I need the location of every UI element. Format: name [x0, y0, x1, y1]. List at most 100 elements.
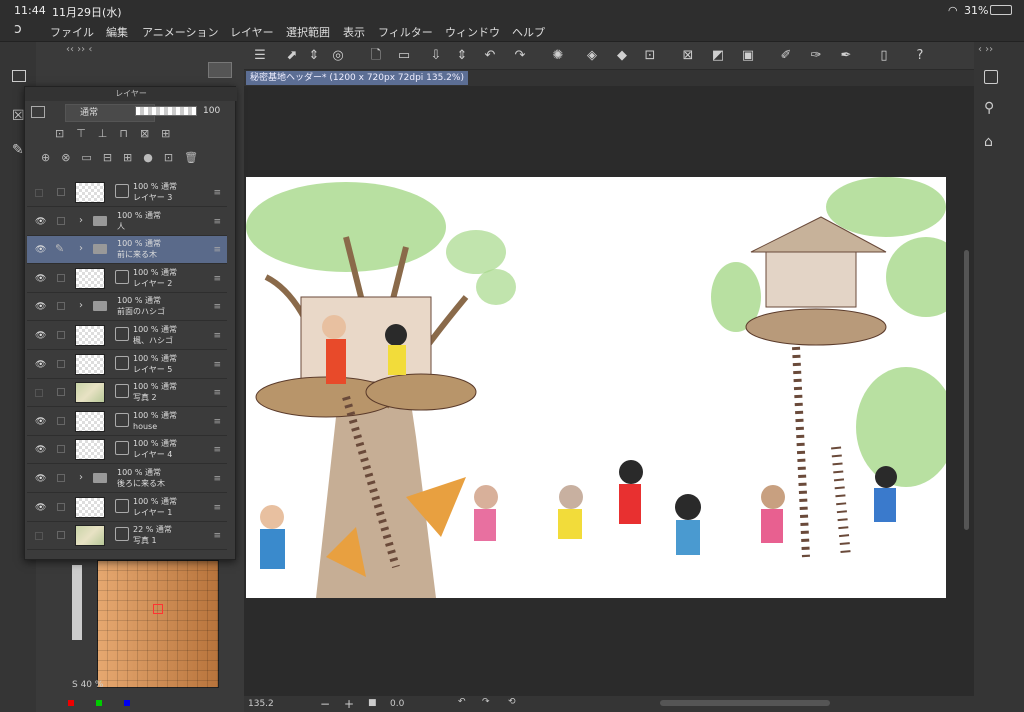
pen-tool-icon[interactable]: ✎: [12, 142, 24, 158]
layer-check-box[interactable]: [57, 359, 65, 368]
visibility-eye-icon[interactable]: 👁: [35, 302, 46, 312]
layer-row[interactable]: 👁 100 % 通常 レイヤー 4 ≡: [27, 436, 227, 465]
layer-row[interactable]: 22 % 通常 写真 1 ≡: [27, 522, 227, 551]
layer-row[interactable]: 👁 › 100 % 通常人 ≡: [27, 207, 227, 236]
layer-menu-icon[interactable]: ≡: [213, 245, 221, 255]
menu-edit[interactable]: 編集: [106, 24, 128, 40]
visibility-eye-icon[interactable]: 👁: [35, 417, 46, 427]
layer-check-box[interactable]: [57, 331, 65, 339]
visibility-eye-icon[interactable]: 👁: [35, 245, 46, 255]
folder-expand-icon[interactable]: ›: [79, 243, 83, 254]
new-file-icon[interactable]: 🗋: [368, 48, 384, 64]
zoom-value[interactable]: 135.2: [248, 699, 274, 709]
chevron-updown-icon[interactable]: ⇕: [306, 48, 322, 64]
selection-icon[interactable]: ◩: [710, 48, 726, 64]
layer-color-icon[interactable]: [31, 106, 45, 118]
visibility-eye-icon[interactable]: 👁: [35, 445, 46, 455]
transform-icon[interactable]: ⬈: [284, 48, 300, 64]
device-icon[interactable]: ▯: [876, 48, 892, 64]
layer-row[interactable]: 100 % 通常 レイヤー 3 ≡: [27, 179, 227, 207]
rotate-left-icon[interactable]: ↶: [458, 697, 466, 707]
layer-tools-row-2[interactable]: ⊕⊗▭⊟⊞●⊡🗑: [41, 151, 209, 164]
layer-check-box[interactable]: [57, 531, 65, 540]
navigator-icon[interactable]: [984, 70, 998, 84]
layer-row[interactable]: 👁 100 % 通常 楓、ハシゴ ≡: [27, 322, 227, 350]
menu-file[interactable]: ファイル: [50, 24, 94, 40]
color-selector[interactable]: [153, 604, 163, 614]
layer-check-box[interactable]: [57, 188, 65, 196]
opacity-slider[interactable]: [135, 106, 197, 116]
blue-channel-icon[interactable]: [124, 700, 130, 706]
save-icon[interactable]: ⇩: [428, 48, 444, 64]
zoom-in-icon[interactable]: +: [344, 697, 354, 711]
menu-filter[interactable]: フィルター: [378, 24, 433, 40]
undo-icon[interactable]: ↶: [482, 48, 498, 64]
layer-row[interactable]: 👁 100 % 通常 レイヤー 5 ≡: [27, 350, 227, 379]
menu-icon[interactable]: ☰: [252, 48, 268, 64]
layer-row[interactable]: 👁 › 100 % 通常 後ろに来る木 ≡: [27, 465, 227, 493]
rotate-right-icon[interactable]: ↷: [482, 697, 490, 707]
horizontal-scroll-thumb[interactable]: [660, 700, 830, 706]
visibility-toggle[interactable]: [35, 189, 43, 197]
layer-check-box[interactable]: [57, 388, 65, 397]
folder-expand-icon[interactable]: ›: [79, 300, 83, 311]
quick-access-icon[interactable]: ◎: [330, 48, 346, 64]
layer-row[interactable]: 👁 ✎ › 100 % 通常 前に来る木 ≡: [27, 236, 227, 265]
layer-menu-icon[interactable]: ≡: [213, 217, 221, 227]
open-folder-icon[interactable]: ▭: [396, 48, 412, 64]
reset-icon[interactable]: ■: [368, 698, 377, 708]
menu-view[interactable]: 表示: [343, 24, 365, 40]
layer-check-box[interactable]: [57, 445, 65, 454]
layer-menu-icon[interactable]: ≡: [213, 445, 221, 455]
angle-value[interactable]: 0.0: [390, 699, 404, 709]
menu-animation[interactable]: アニメーション: [142, 24, 219, 40]
layer-row[interactable]: 👁 100 % 通常 house ≡: [27, 407, 227, 436]
visibility-eye-icon[interactable]: 👁: [35, 360, 46, 370]
layer-menu-icon[interactable]: ≡: [213, 274, 221, 284]
layer-menu-icon[interactable]: ≡: [213, 531, 221, 541]
visibility-eye-icon[interactable]: 👁: [35, 331, 46, 341]
layer-menu-icon[interactable]: ≡: [213, 417, 221, 427]
layer-row[interactable]: 👁 100 % 通常 レイヤー 1 ≡: [27, 493, 227, 522]
brush-b-icon[interactable]: ✑: [808, 48, 824, 64]
deselect-icon[interactable]: ⊠: [680, 48, 696, 64]
green-channel-icon[interactable]: [96, 700, 102, 706]
layer-check-box[interactable]: [57, 216, 65, 225]
app-logo-icon[interactable]: ↄ: [14, 21, 22, 37]
reset-rotation-icon[interactable]: ⟲: [508, 697, 516, 707]
vertical-scroll-thumb[interactable]: [964, 250, 969, 530]
visibility-eye-icon[interactable]: 👁: [35, 503, 46, 513]
brush-size-slider[interactable]: [72, 565, 82, 640]
opacity-value[interactable]: 100: [203, 106, 220, 116]
fill-icon[interactable]: ◈: [584, 48, 600, 64]
layer-menu-icon[interactable]: ≡: [213, 388, 221, 398]
layer-menu-icon[interactable]: ≡: [213, 188, 221, 198]
loading-icon[interactable]: ✺: [550, 48, 566, 64]
bucket-icon[interactable]: ◆: [614, 48, 630, 64]
redo-icon[interactable]: ↷: [512, 48, 528, 64]
brush-icon[interactable]: ⚲: [984, 100, 994, 116]
right-collapse-icon[interactable]: ‹ ››: [978, 44, 993, 55]
menu-selection[interactable]: 選択範囲: [286, 24, 330, 40]
visibility-toggle[interactable]: [35, 532, 43, 541]
layer-menu-icon[interactable]: ≡: [213, 503, 221, 513]
visibility-eye-icon[interactable]: 👁: [35, 217, 46, 227]
close-tool-icon[interactable]: ☒: [12, 108, 25, 124]
visibility-eye-icon[interactable]: 👁: [35, 474, 46, 484]
help-icon[interactable]: ?: [912, 48, 928, 64]
panel-dropdown-button[interactable]: [208, 62, 232, 78]
layer-check-box[interactable]: [57, 502, 65, 511]
zoom-out-icon[interactable]: −: [320, 697, 330, 711]
folder-expand-icon[interactable]: ›: [79, 215, 83, 226]
chevron-updown-icon-2[interactable]: ⇕: [454, 48, 470, 64]
layer-check-box[interactable]: [57, 416, 65, 425]
layer-check-box[interactable]: [57, 302, 65, 311]
layer-row[interactable]: 100 % 通常 写真 2 ≡: [27, 379, 227, 408]
layer-tools-row-1[interactable]: ⊡⊤⊥⊓⊠⊞: [55, 127, 182, 140]
layer-row[interactable]: 👁 › 100 % 通常 前面のハシゴ ≡: [27, 293, 227, 322]
menu-help[interactable]: ヘルプ: [512, 24, 545, 40]
folder-expand-icon[interactable]: ›: [79, 472, 83, 483]
panel-collapse-icon[interactable]: ‹‹ ›› ‹: [66, 44, 92, 55]
crop-icon[interactable]: ▣: [740, 48, 756, 64]
red-channel-icon[interactable]: [68, 700, 74, 706]
